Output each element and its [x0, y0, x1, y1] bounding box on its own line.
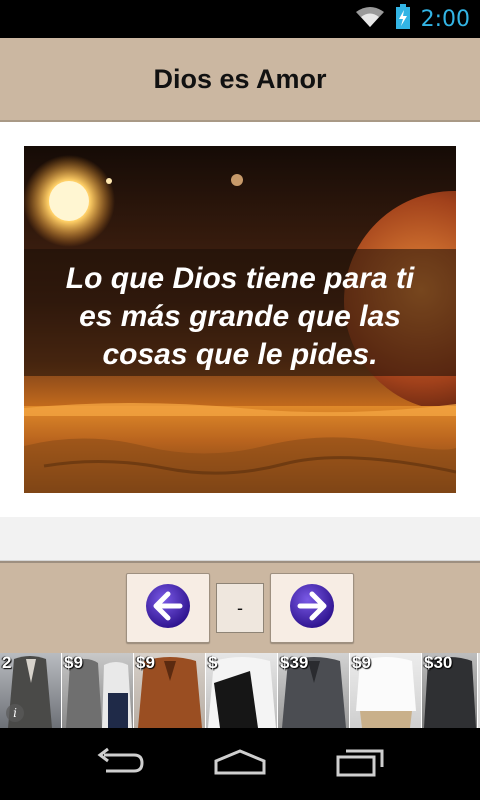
- next-button[interactable]: [270, 573, 354, 643]
- page-indicator: -: [216, 583, 264, 633]
- previous-button[interactable]: [126, 573, 210, 643]
- ad-price: $: [208, 653, 218, 672]
- arrow-left-icon: [144, 582, 192, 635]
- status-icons: 2:00: [355, 3, 470, 35]
- divider-strip: [0, 517, 480, 561]
- ad-tile[interactable]: $9: [134, 653, 206, 728]
- back-button[interactable]: [85, 742, 155, 786]
- ad-price: $39: [280, 653, 309, 672]
- battery-charging-icon: [395, 3, 411, 35]
- ad-tile[interactable]: $39: [278, 653, 350, 728]
- recents-icon: [332, 747, 388, 782]
- ad-price: $30: [424, 653, 453, 672]
- system-navigation-bar: [0, 728, 480, 800]
- content-area: Lo que Dios tiene para ti es más grande …: [0, 122, 480, 517]
- ad-price: $9: [64, 653, 83, 672]
- ad-banner[interactable]: 2 i $9 $9 $ $39 $9 $30: [0, 653, 480, 728]
- ad-price: $9: [352, 653, 371, 672]
- home-icon: [212, 747, 268, 782]
- page-title: Dios es Amor: [153, 63, 327, 94]
- quote-image: Lo que Dios tiene para ti es más grande …: [24, 146, 456, 493]
- ad-tile[interactable]: $9: [350, 653, 422, 728]
- quote-line-1: Lo que Dios tiene para ti: [66, 262, 415, 295]
- ad-tile[interactable]: $30: [422, 653, 478, 728]
- ad-tile[interactable]: 2 i: [0, 653, 62, 728]
- ad-price: $9: [136, 653, 155, 672]
- ad-price: 2: [2, 653, 12, 672]
- info-icon[interactable]: i: [6, 704, 24, 722]
- app-header: Dios es Amor: [0, 38, 480, 122]
- home-button[interactable]: [205, 742, 275, 786]
- quote-line-3: cosas que le pides.: [102, 338, 377, 371]
- pager-bar: -: [0, 561, 480, 653]
- wifi-icon: [355, 6, 385, 33]
- status-bar: 2:00: [0, 0, 480, 38]
- quote-line-2: es más grande que las: [79, 300, 401, 333]
- status-time: 2:00: [420, 6, 470, 32]
- ad-tile[interactable]: $9: [62, 653, 134, 728]
- back-icon: [94, 747, 146, 782]
- arrow-right-icon: [288, 582, 336, 635]
- recents-button[interactable]: [325, 742, 395, 786]
- ad-tile[interactable]: $: [206, 653, 278, 728]
